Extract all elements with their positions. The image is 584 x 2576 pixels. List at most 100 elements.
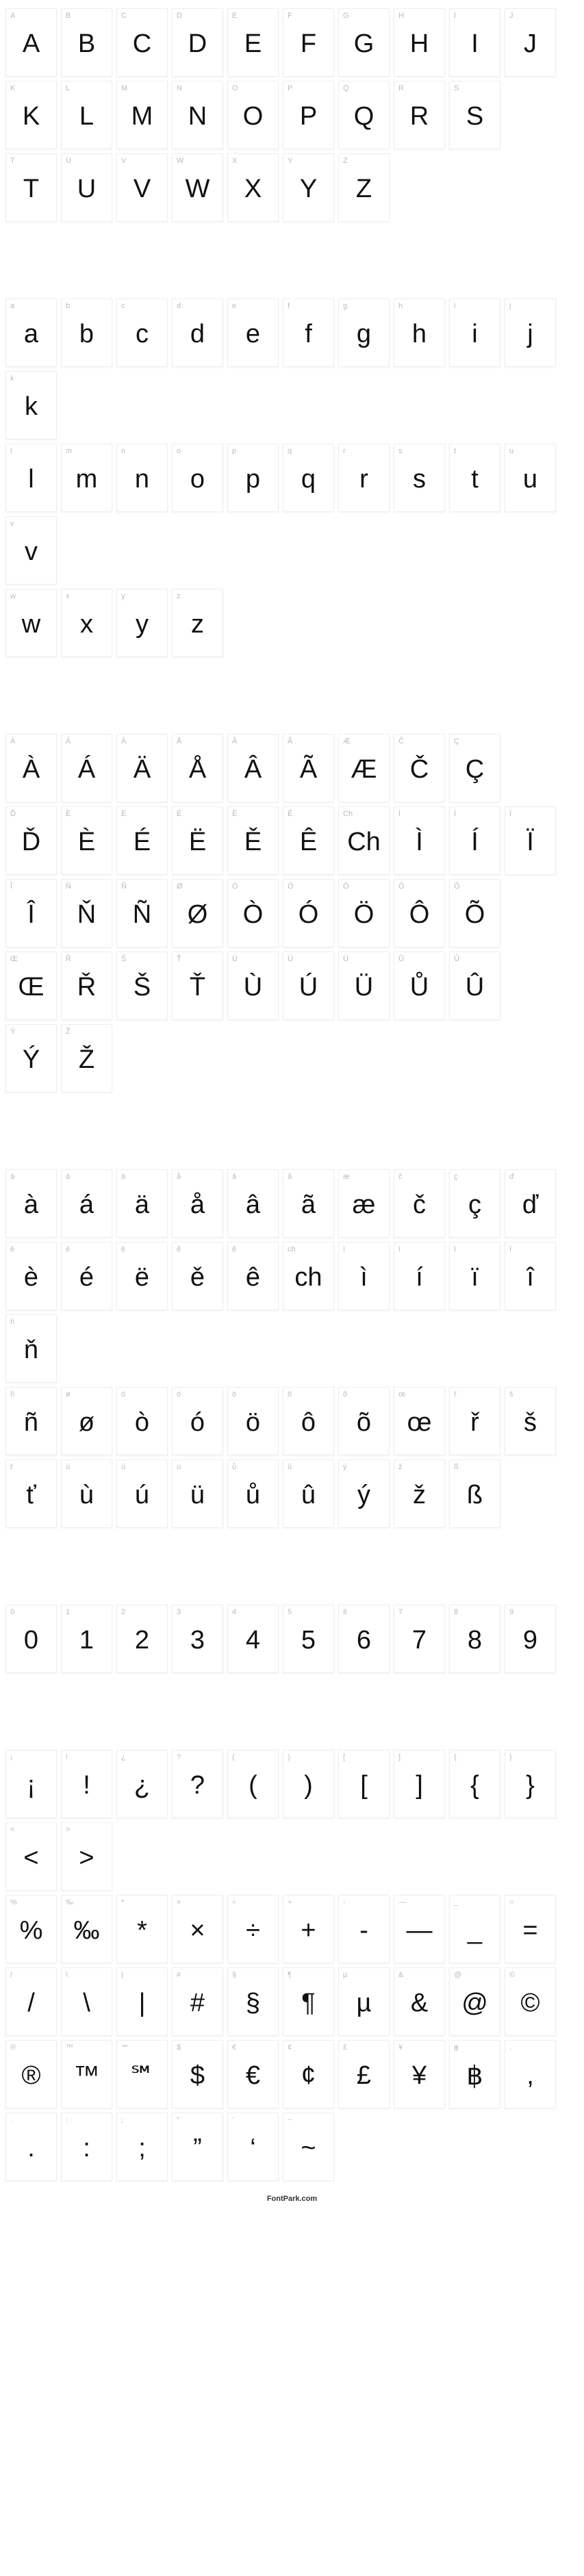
glyph-char: q <box>283 465 333 494</box>
glyph-row <box>5 1677 579 1746</box>
glyph-row: llmmnnooppqqrrssttuuvv <box>5 444 579 585</box>
glyph-label: ú <box>121 1463 125 1471</box>
glyph-cell: ÇÇ <box>449 734 500 802</box>
glyph-label: I <box>454 12 456 20</box>
glyph-cell: 22 <box>116 1605 168 1673</box>
glyph-char: v <box>6 537 56 567</box>
glyph-char: S <box>450 102 500 131</box>
glyph-char: ( <box>228 1771 278 1800</box>
glyph-cell: xx <box>61 589 112 657</box>
glyph-label: x <box>66 592 70 600</box>
glyph-cell: ©© <box>505 1967 556 2036</box>
glyph-char: Í <box>450 828 500 857</box>
glyph-cell: [[ <box>338 1750 390 1818</box>
glyph-cell: ďď <box>505 1169 556 1238</box>
glyph-cell: ŮŮ <box>394 952 445 1020</box>
glyph-cell: ææ <box>338 1169 390 1238</box>
glyph-cell: ĚĚ <box>227 806 279 875</box>
glyph-char: ò <box>117 1408 167 1438</box>
glyph-label: í <box>398 1245 401 1253</box>
glyph-cell: ŒŒ <box>5 952 57 1020</box>
glyph-char: V <box>117 175 167 204</box>
glyph-label: { <box>454 1753 457 1761</box>
glyph-cell: ‰‰ <box>61 1895 112 1963</box>
glyph-char: í <box>394 1263 444 1292</box>
glyph-label: ï <box>454 1245 456 1253</box>
glyph-label: ® <box>10 2043 16 2052</box>
glyph-cell: ÝÝ <box>5 1024 57 1093</box>
glyph-cell: ÔÔ <box>394 879 445 947</box>
glyph-char: ì <box>339 1263 389 1292</box>
glyph-label: Õ <box>454 882 460 891</box>
glyph-label: Ň <box>66 882 71 891</box>
glyph-label: å <box>177 1173 181 1181</box>
glyph-cell: ŤŤ <box>172 952 223 1020</box>
glyph-label: Ï <box>509 810 511 818</box>
glyph-cell: TT <box>5 153 57 222</box>
glyph-label: r <box>343 447 346 455</box>
glyph-cell: KK <box>5 81 57 149</box>
glyph-cell: .. <box>5 2113 57 2181</box>
glyph-char: ú <box>117 1481 167 1510</box>
glyph-char: Â <box>228 755 278 785</box>
glyph-cell: AA <box>5 8 57 77</box>
glyph-char: ç <box>450 1190 500 1220</box>
glyph-char: ã <box>283 1190 333 1220</box>
glyph-char: ô <box>283 1408 333 1438</box>
glyph-char: — <box>394 1916 444 1946</box>
glyph-cell: šš <box>505 1387 556 1455</box>
glyph-label: d <box>177 302 181 310</box>
glyph-char: Ë <box>173 828 223 857</box>
glyph-char: ? <box>173 1771 223 1800</box>
glyph-label: Í <box>454 810 456 818</box>
glyph-row: ÀÀÁÁÄÄÅÅÂÂÃÃÆÆČČÇÇ <box>5 734 579 802</box>
glyph-cell: ฿฿ <box>449 2040 500 2108</box>
glyph-label: ď <box>509 1173 514 1181</box>
glyph-cell: 77 <box>394 1605 445 1673</box>
glyph-label: J <box>509 12 513 20</box>
glyph-cell: ?? <box>172 1750 223 1818</box>
glyph-label: Æ <box>343 737 351 745</box>
glyph-label: ! <box>66 1753 68 1761</box>
glyph-label: \ <box>66 1971 68 1979</box>
glyph-cell: oo <box>172 444 223 512</box>
glyph-label: Z <box>343 157 348 165</box>
glyph-label: ‘ <box>232 2116 233 2124</box>
glyph-label: É <box>121 810 126 818</box>
glyph-char: ¢ <box>283 2061 333 2091</box>
glyph-cell: }} <box>505 1750 556 1818</box>
glyph-label: æ <box>343 1173 350 1181</box>
glyph-label: H <box>398 12 404 20</box>
glyph-char: ฿ <box>450 2061 500 2091</box>
glyph-label: Š <box>121 955 126 963</box>
glyph-cell: êê <box>227 1242 279 1310</box>
glyph-cell: ¡¡ <box>5 1750 57 1818</box>
glyph-row <box>5 1097 579 1165</box>
glyph-char: Ch <box>339 828 389 857</box>
glyph-cell: 66 <box>338 1605 390 1673</box>
glyph-cell: ýý <box>338 1459 390 1528</box>
glyph-cell: )) <box>283 1750 334 1818</box>
glyph-char: Ž <box>62 1045 112 1075</box>
glyph-cell: ”” <box>172 2113 223 2181</box>
glyph-cell: JJ <box>505 8 556 77</box>
glyph-char: g <box>339 320 389 349</box>
glyph-label: š <box>509 1390 513 1399</box>
glyph-label: Ú <box>288 955 293 963</box>
glyph-cell: -- <box>338 1895 390 1963</box>
glyph-char: s <box>394 465 444 494</box>
glyph-char: ä <box>117 1190 167 1220</box>
glyph-char: x <box>62 610 112 639</box>
glyph-char: k <box>6 392 56 422</box>
glyph-char: * <box>117 1916 167 1946</box>
glyph-label: ‰ <box>66 1898 73 1907</box>
glyph-char: à <box>6 1190 56 1220</box>
glyph-char: È <box>62 828 112 857</box>
glyph-char: ď <box>505 1190 555 1220</box>
glyph-char: ¡ <box>6 1771 56 1800</box>
glyph-label: ¢ <box>288 2043 292 2052</box>
glyph-char: m <box>62 465 112 494</box>
glyph-cell: ss <box>394 444 445 512</box>
glyph-label: Q <box>343 84 349 92</box>
glyph-label: z <box>177 592 181 600</box>
